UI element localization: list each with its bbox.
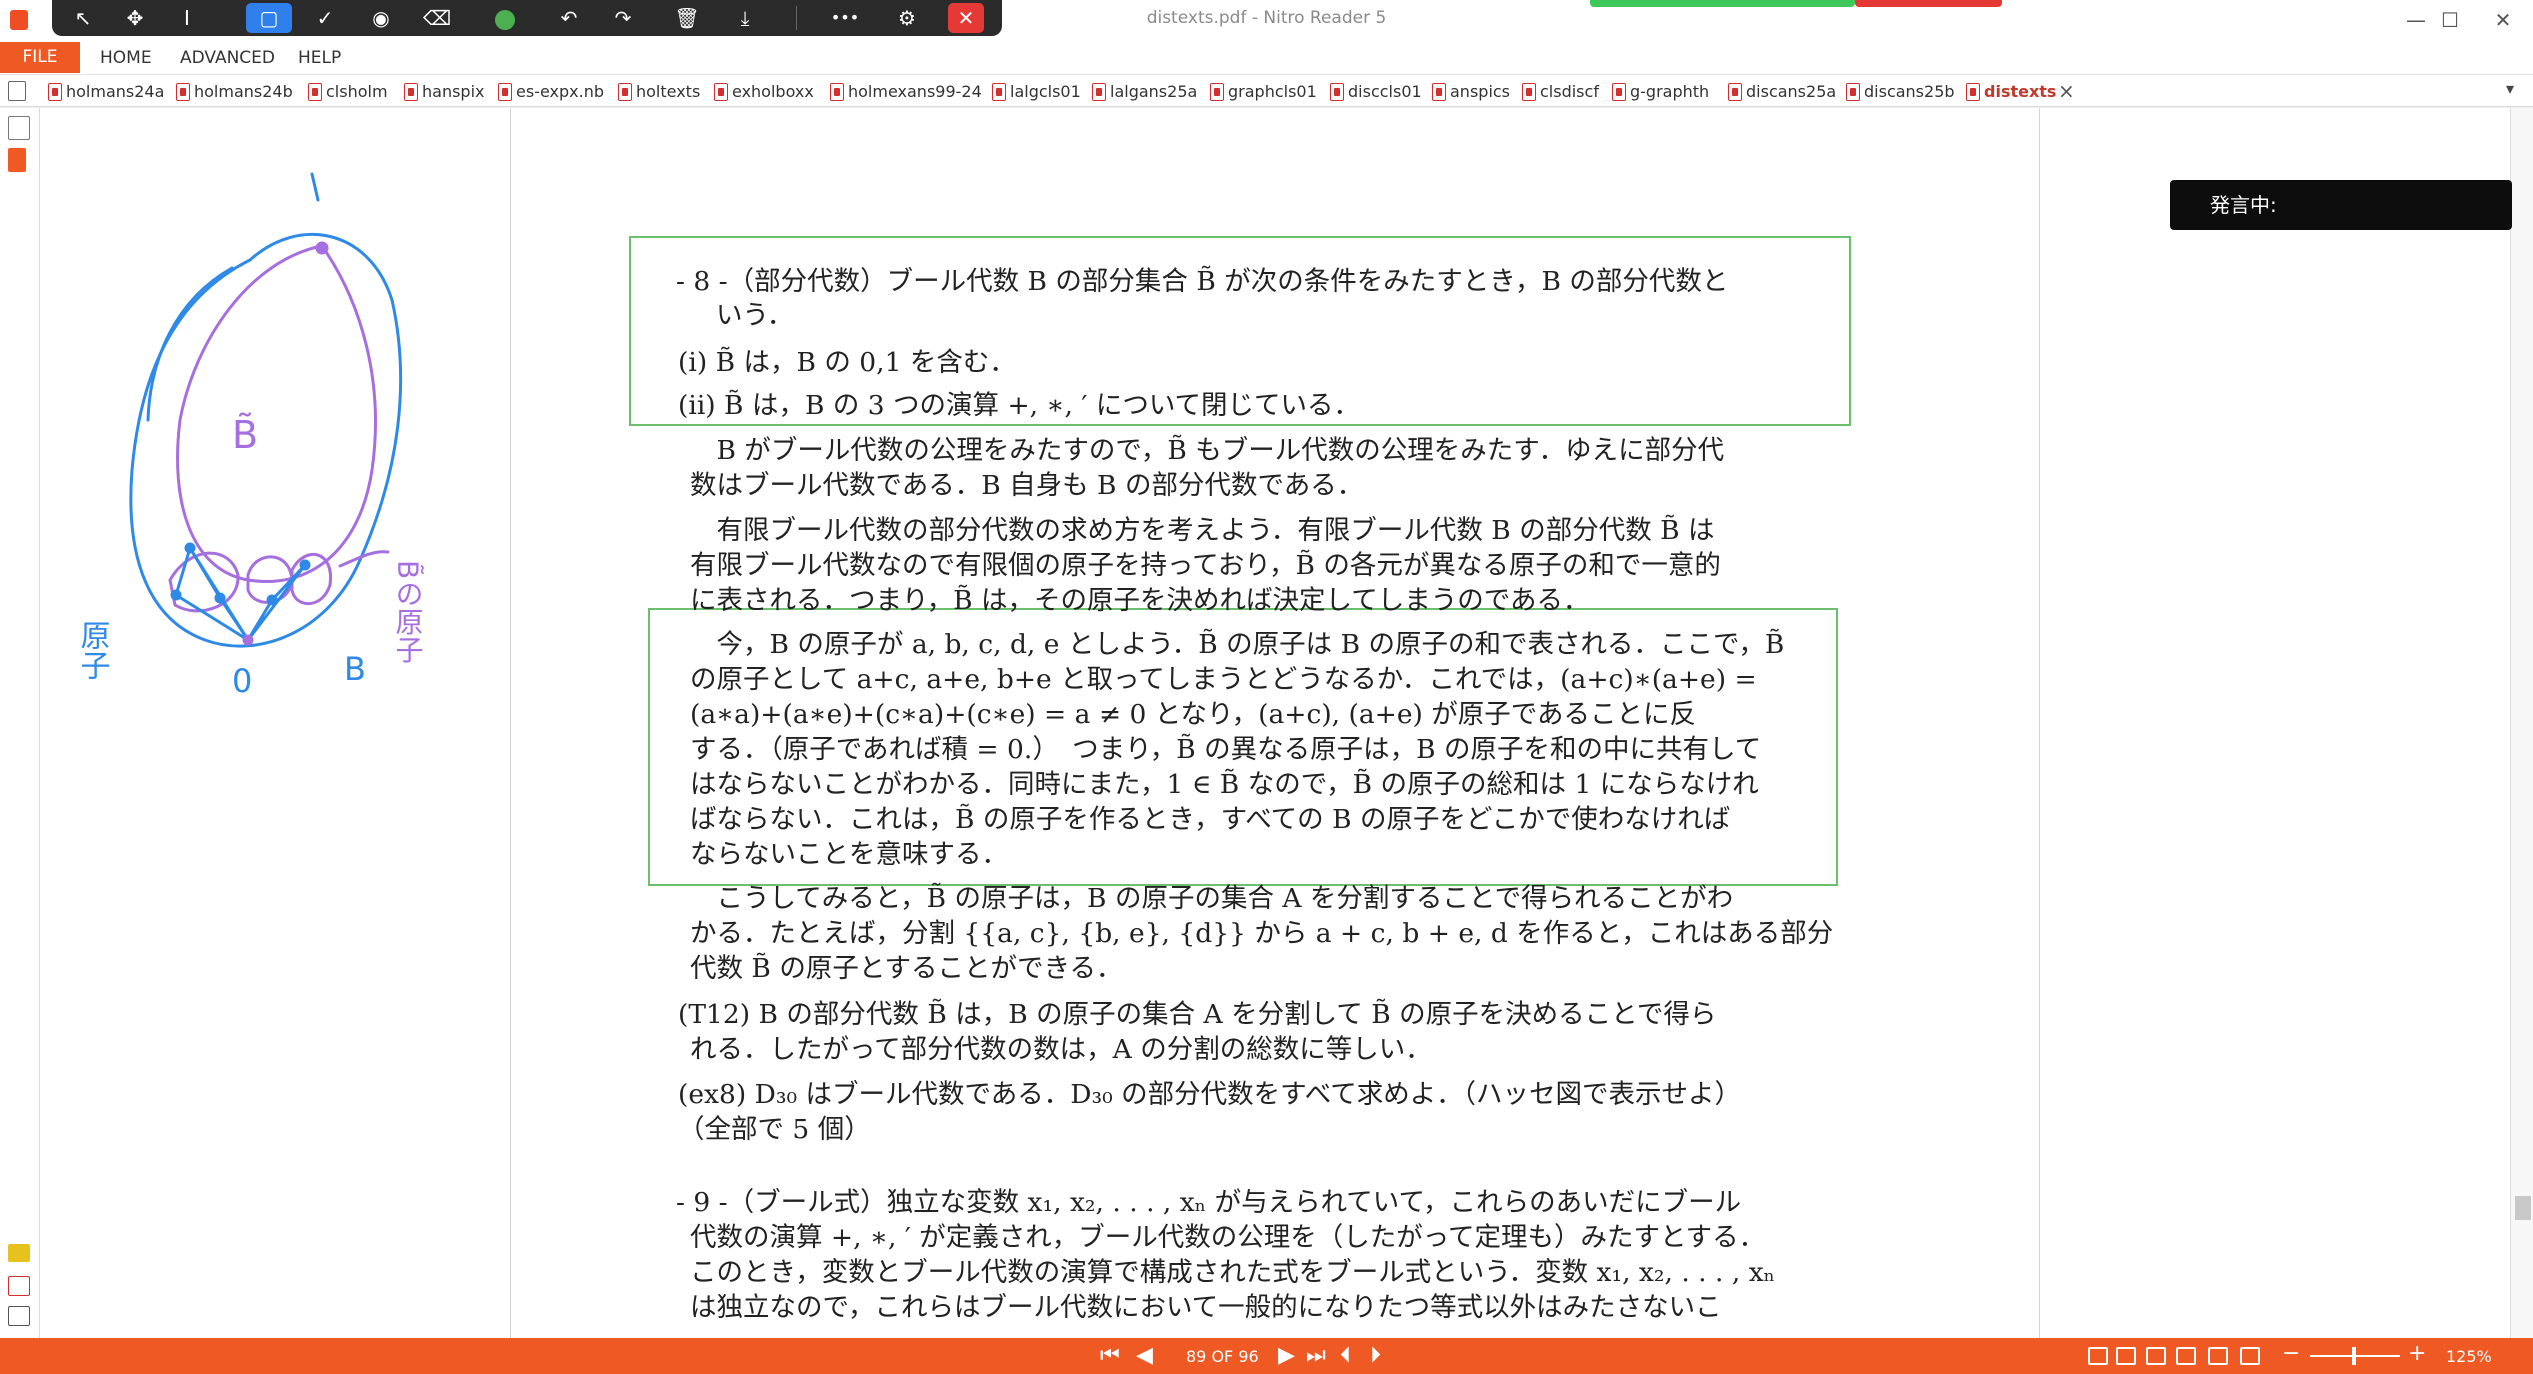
pdf-text-line: は独立なので，これらはブール代数において一般的になりたつ等式以外はみたさないこ bbox=[690, 1292, 1722, 1323]
status-bar: ⏮ ◀ 89 OF 96 ▶ ⏭ ⏴ ⏵ − + 125% bbox=[0, 1338, 2533, 1374]
zoom-slider-knob[interactable] bbox=[2352, 1347, 2356, 1365]
ink-node bbox=[299, 559, 311, 571]
zoom-in-icon[interactable]: + bbox=[2408, 1341, 2426, 1366]
ink-label-atoms-left: 原子 bbox=[75, 620, 110, 680]
fit-width-icon[interactable] bbox=[2208, 1347, 2228, 1365]
pdf-text-line: かる．たとえば，分割 {{a, c}, {b, e}, {d}} から a + … bbox=[690, 918, 1834, 949]
zoom-slider[interactable] bbox=[2310, 1347, 2400, 1365]
pdf-text-line: このとき，変数とブール代数の演算で構成された式をブール式という．変数 x₁, x… bbox=[690, 1257, 1776, 1288]
ink-node bbox=[266, 594, 278, 606]
previous-view-icon[interactable]: ⏴ bbox=[1340, 1343, 1351, 1368]
pdf-text-line: (T12) B の部分代数 B̃ は，B の原子の集合 A を分割して B̃ の… bbox=[678, 999, 1717, 1030]
next-page-icon[interactable]: ▶ bbox=[1278, 1343, 1295, 1368]
pdf-text-line: 代数 B̃ の原子とすることができる． bbox=[690, 953, 1123, 984]
ink-inner-ellipse bbox=[176, 244, 377, 583]
fit-page-icon[interactable] bbox=[2240, 1347, 2260, 1365]
pdf-text-line: ばならない．これは，B̃ の原子を作るとき，すべての B の原子をどこかで使わな… bbox=[690, 804, 1731, 835]
pdf-text-line: いう． bbox=[716, 300, 794, 331]
ink-label-b-tilde: B̃ bbox=[232, 413, 258, 457]
pdf-text-line: (i) B̃ は，B の 0,1 を含む． bbox=[678, 347, 1016, 378]
pdf-text-line: 数はブール代数である．B 自身も B の部分代数である． bbox=[690, 470, 1364, 501]
ink-left-bracket bbox=[146, 266, 234, 422]
pdf-text-line: 有限ブール代数の部分代数の求め方を考えよう．有限ブール代数 B の部分代数 B̃… bbox=[690, 515, 1715, 546]
pdf-text-line: に表される．つまり，B̃ は，その原子を決めれば決定してしまうのである． bbox=[690, 585, 1590, 616]
pdf-text-line: (a∗a)+(a∗e)+(c∗a)+(c∗e) = a ≠ 0 となり，(a+c… bbox=[690, 699, 1697, 730]
ink-label-atoms-right: B̃の原子 bbox=[392, 560, 425, 663]
facing-view-icon[interactable] bbox=[2146, 1347, 2166, 1365]
zoom-out-icon[interactable]: − bbox=[2282, 1341, 2300, 1366]
speaking-indicator: 発言中: bbox=[2170, 180, 2512, 230]
ink-label-bottom: 0 bbox=[232, 662, 252, 700]
single-page-view-icon[interactable] bbox=[2088, 1347, 2108, 1365]
pdf-text-line: （全部で 5 個） bbox=[678, 1114, 871, 1145]
next-view-icon[interactable]: ⏵ bbox=[1370, 1343, 1381, 1368]
pdf-text-line: 有限ブール代数なので有限個の原子を持っており，B̃ の各元が異なる原子の和で一意… bbox=[690, 550, 1721, 581]
pdf-text-line: の原子として a+c, a+e, b+e と取ってしまうとどうなるか．これでは，… bbox=[690, 664, 1757, 695]
pdf-text-line: する．（原子であれば積 = 0.） つまり，B̃ の異なる原子は，B の原子を和… bbox=[690, 734, 1762, 765]
pdf-text-line: 代数の演算 +, ∗, ′ が定義され，ブール代数の公理を（したがって定理も）み… bbox=[690, 1222, 1766, 1253]
pdf-text-line: れる．したがって部分代数の数は，A の分割の総数に等しい． bbox=[690, 1034, 1432, 1065]
ink-label-b: B bbox=[344, 650, 366, 688]
pdf-text-line: はならないことがわかる．同時にまた，1 ∈ B̃ なので，B̃ の原子の総和は … bbox=[690, 769, 1759, 800]
pdf-text-line: こうしてみると，B̃ の原子は，B の原子の集合 A を分割することで得られるこ… bbox=[690, 883, 1734, 914]
pdf-text-line: - 9 -（ブール式）独立な変数 x₁, x₂, . . . , xₙ が与えら… bbox=[676, 1187, 1742, 1218]
last-page-icon[interactable]: ⏭ bbox=[1306, 1343, 1326, 1368]
pdf-text-line: (ii) B̃ は，B の 3 つの演算 +, ∗, ′ について閉じている． bbox=[678, 390, 1361, 421]
facing-continuous-view-icon[interactable] bbox=[2176, 1347, 2196, 1365]
ink-top-node bbox=[315, 241, 329, 255]
pdf-text-line: B がブール代数の公理をみたすので，B̃ もブール代数の公理をみたす．ゆえに部分… bbox=[690, 435, 1725, 466]
page-indicator[interactable]: 89 OF 96 bbox=[1186, 1347, 1259, 1366]
pdf-text-line: ならないことを意味する． bbox=[690, 839, 1008, 870]
pdf-text-line: 今，B の原子が a, b, c, d, e としよう．B̃ の原子は B の原… bbox=[690, 629, 1785, 660]
ink-node bbox=[184, 542, 196, 554]
first-page-icon[interactable]: ⏮ bbox=[1100, 1343, 1120, 1368]
ink-node bbox=[170, 589, 182, 601]
ink-atom-loop-right bbox=[290, 552, 333, 606]
previous-page-icon[interactable]: ◀ bbox=[1136, 1343, 1153, 1368]
ink-node bbox=[214, 592, 226, 604]
zoom-level[interactable]: 125% bbox=[2446, 1347, 2492, 1366]
ink-bottom-node bbox=[242, 634, 254, 646]
pdf-text-line: - 8 -（部分代数）ブール代数 B の部分集合 B̃ が次の条件をみたすとき，… bbox=[676, 266, 1729, 297]
continuous-view-icon[interactable] bbox=[2116, 1347, 2136, 1365]
pdf-text-line: (ex8) D₃₀ はブール代数である．D₃₀ の部分代数をすべて求めよ．（ハッ… bbox=[678, 1079, 1741, 1110]
